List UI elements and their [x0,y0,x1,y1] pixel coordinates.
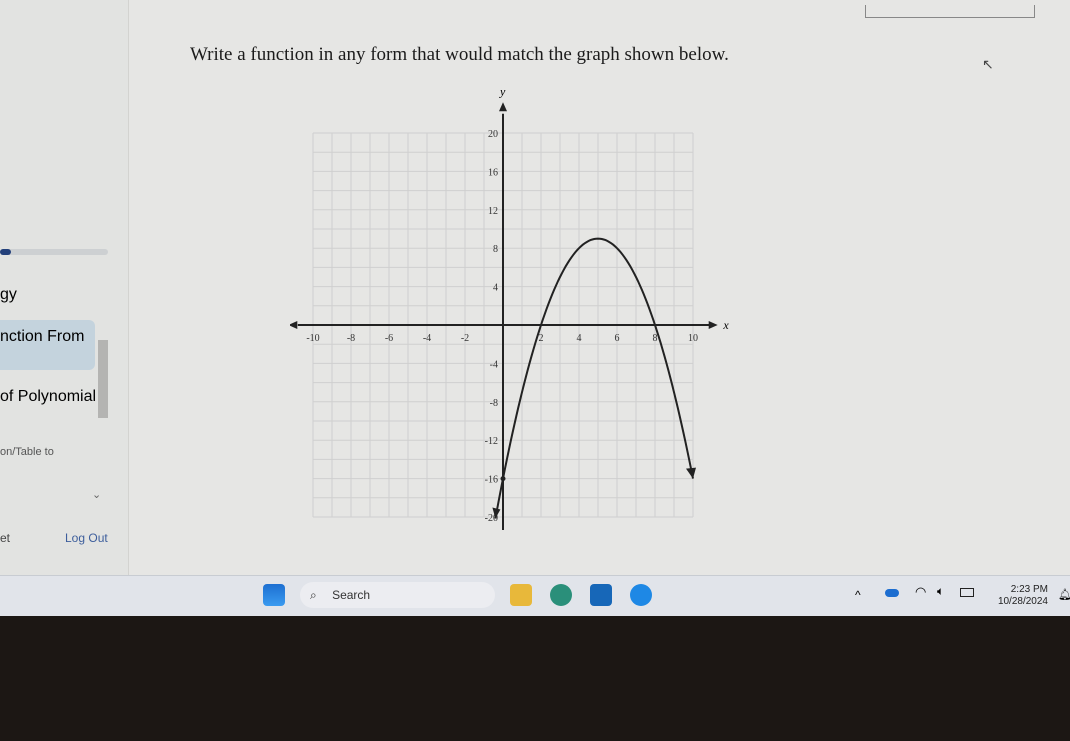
y-tick-label: 20 [488,129,498,140]
sidebar-scrollbar[interactable] [98,292,110,457]
x-tick-label: -8 [347,333,355,344]
search-icon: ⌕ [310,588,317,602]
date: 10/28/2024 [997,596,1048,607]
search-box[interactable]: ⌕ Search [300,582,495,608]
sidebar: gy nction From of Polynomial on/Table to… [0,0,129,575]
y-tick-label: 16 [488,167,498,178]
file-explorer-icon[interactable] [510,584,532,606]
scroll-thumb[interactable] [98,340,108,418]
clock[interactable]: 2:23 PM 10/28/2024 [998,584,1048,608]
x-tick-label: -4 [423,333,431,344]
screen: gy nction From of Polynomial on/Table to… [0,0,1070,575]
volume-icon[interactable]: 🔈︎ [937,584,944,599]
cursor-icon: ↖ [982,56,994,72]
x-tick-label: -10 [306,333,319,344]
x-tick-label: -2 [461,333,469,344]
battery-icon[interactable] [960,588,974,597]
outlook-icon[interactable] [590,584,612,606]
y-tick-label: 4 [493,283,498,294]
windows-start-icon[interactable] [263,584,285,606]
x-tick-label: -6 [385,333,393,344]
question-title: Write a function in any form that would … [190,44,729,65]
search-label: Search [332,588,371,602]
x-tick-label: 6 [615,333,620,344]
chrome-icon[interactable] [630,584,652,606]
parabola-curve [494,237,694,519]
footer-link[interactable]: et [0,531,10,545]
sidebar-item[interactable]: on/Table to [0,446,54,456]
chevron-down-icon[interactable]: ⌄ [92,488,101,501]
y-tick-label: 8 [493,244,498,255]
y-tick-label: -8 [490,398,498,409]
progress-fill [0,249,11,255]
sidebar-item-label: nction From [0,328,85,345]
logout-link[interactable]: Log Out [65,531,108,545]
onedrive-icon[interactable] [885,589,899,597]
notification-icon[interactable]: 🔔︎ [1058,588,1070,601]
wifi-icon[interactable]: ◠ [915,584,926,600]
y-tick-label: 12 [488,206,498,217]
y-tick-label: -16 [485,475,498,486]
top-box [865,5,1035,18]
y-tick-label: -4 [490,359,498,370]
x-axis-label: x [722,318,729,332]
time: 2:23 PM [1010,584,1048,595]
x-tick-label: 2 [539,333,544,344]
data-point [500,476,506,482]
taskbar: ⌕ Search ^ ◠ 🔈︎ 2:23 PM 10/28/2024 🔔︎ [0,575,1070,616]
sidebar-item-selected[interactable]: nction From [0,320,95,370]
x-tick-label: 10 [688,333,698,344]
x-tick-label: 4 [577,333,582,344]
y-axis-label: y [499,90,506,98]
chevron-up-icon[interactable]: ^ [855,588,861,602]
curve-arrows [492,467,696,519]
y-tick-label: -12 [485,436,498,447]
edge-icon[interactable] [550,584,572,606]
sidebar-item[interactable]: gy [0,286,17,304]
sidebar-item[interactable]: of Polynomial [0,388,96,406]
x-tick-label: 8 [653,333,658,344]
graph: xy-10 -8 -6 -4 -2 2 4 6 8 1020161284-4-8-12-16-20 [290,90,729,530]
progress-bar [0,249,108,255]
